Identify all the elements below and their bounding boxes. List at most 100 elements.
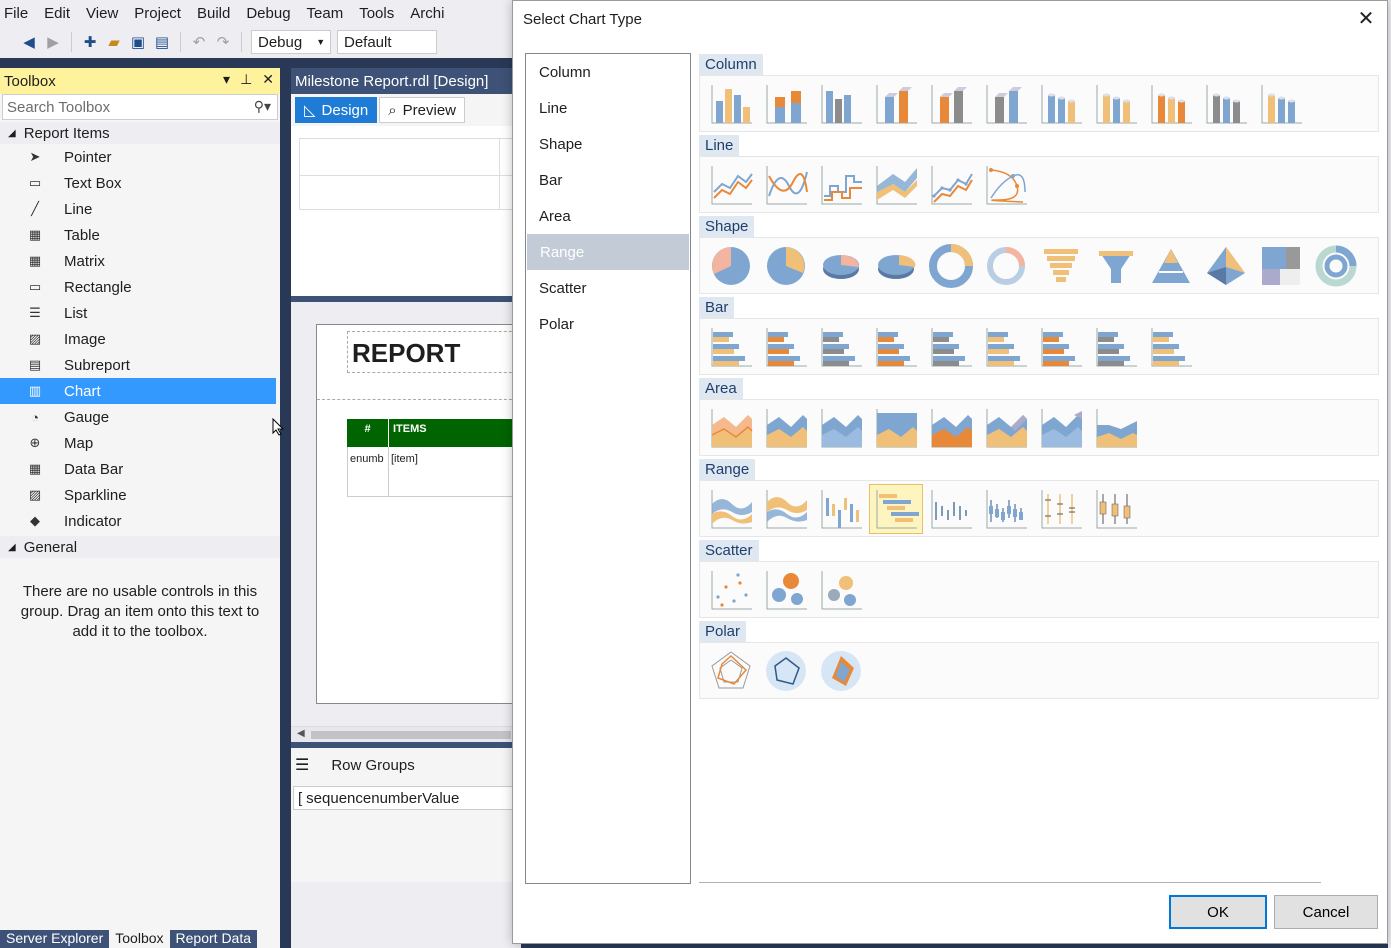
column-chart-type-4-icon[interactable] xyxy=(869,79,923,129)
dropdown-icon[interactable]: ▾ xyxy=(223,71,230,88)
range-chart-type-2-icon[interactable] xyxy=(759,484,813,534)
save-all-icon[interactable]: ▤ xyxy=(153,33,171,51)
document-tab[interactable]: Milestone Report.rdl [Design] xyxy=(291,68,521,94)
area-chart-type-8-icon[interactable] xyxy=(1089,403,1143,453)
scatter-chart-type-1-icon[interactable] xyxy=(704,565,758,615)
polar-chart-type-1-icon[interactable] xyxy=(704,646,758,696)
report-title-textbox[interactable]: REPORT xyxy=(347,331,527,373)
row-group-item[interactable]: [ sequencenumberValue xyxy=(293,786,519,810)
shape-chart-type-5-icon[interactable] xyxy=(924,241,978,291)
table-cell-number[interactable]: enumb xyxy=(347,447,389,497)
toolbox-item-text-box[interactable]: ▭ Text Box xyxy=(0,170,280,196)
bar-chart-type-2-icon[interactable] xyxy=(759,322,813,372)
column-chart-type-6-icon[interactable] xyxy=(979,79,1033,129)
solution-config-dropdown[interactable]: Debug ▼ xyxy=(251,30,331,54)
scroll-left-icon[interactable]: ◀ xyxy=(297,728,305,739)
bar-chart-type-4-icon[interactable] xyxy=(869,322,923,372)
column-chart-type-3-icon[interactable] xyxy=(814,79,868,129)
range-chart-type-6-icon[interactable] xyxy=(979,484,1033,534)
toolbox-item-matrix[interactable]: ▦ Matrix xyxy=(0,248,280,274)
close-icon[interactable]: ✕ xyxy=(1355,7,1377,30)
area-chart-type-3-icon[interactable] xyxy=(814,403,868,453)
scrollbar-thumb[interactable] xyxy=(311,731,511,739)
shape-chart-type-3-icon[interactable] xyxy=(814,241,868,291)
category-polar[interactable]: Polar xyxy=(526,306,690,342)
table-header-number[interactable]: # xyxy=(347,419,389,447)
column-chart-type-2-icon[interactable] xyxy=(759,79,813,129)
menu-file[interactable]: File xyxy=(0,5,40,22)
line-chart-type-6-icon[interactable] xyxy=(979,160,1033,210)
table-header-items[interactable]: ITEMS xyxy=(389,419,522,447)
bar-chart-type-6-icon[interactable] xyxy=(979,322,1033,372)
shape-chart-type-2-icon[interactable] xyxy=(759,241,813,291)
line-chart-type-4-icon[interactable] xyxy=(869,160,923,210)
toolbox-item-subreport[interactable]: ▤ Subreport xyxy=(0,352,280,378)
shape-chart-type-10-icon[interactable] xyxy=(1199,241,1253,291)
tab-report-data[interactable]: Report Data xyxy=(169,930,258,948)
category-scatter[interactable]: Scatter xyxy=(526,270,690,306)
open-folder-icon[interactable]: ▰ xyxy=(105,33,123,51)
area-chart-type-4-icon[interactable] xyxy=(869,403,923,453)
shape-chart-type-8-icon[interactable] xyxy=(1089,241,1143,291)
bar-chart-type-5-icon[interactable] xyxy=(924,322,978,372)
menu-architecture[interactable]: Archi xyxy=(406,5,456,22)
line-chart-type-3-icon[interactable] xyxy=(814,160,868,210)
column-chart-type-11-icon[interactable] xyxy=(1254,79,1308,129)
shape-chart-type-6-icon[interactable] xyxy=(979,241,1033,291)
group-report-items[interactable]: ◢ Report Items xyxy=(0,122,280,144)
shape-chart-type-12-icon[interactable] xyxy=(1309,241,1363,291)
line-chart-type-1-icon[interactable] xyxy=(704,160,758,210)
tab-design[interactable]: ◺ Design xyxy=(295,97,378,123)
category-shape[interactable]: Shape xyxy=(526,126,690,162)
area-chart-type-5-icon[interactable] xyxy=(924,403,978,453)
toolbox-item-pointer[interactable]: ➤ Pointer xyxy=(0,144,280,170)
toolbox-search-input[interactable]: Search Toolbox ⚲▾ xyxy=(2,94,278,120)
tab-preview[interactable]: ⌕ Preview xyxy=(379,97,466,123)
toolbox-item-indicator[interactable]: ◆ Indicator xyxy=(0,508,280,534)
shape-chart-type-1-icon[interactable] xyxy=(704,241,758,291)
menu-build[interactable]: Build xyxy=(193,5,242,22)
group-general[interactable]: ◢ General xyxy=(0,536,280,558)
collapse-triangle-icon[interactable]: ◢ xyxy=(8,542,16,553)
polar-chart-type-2-icon[interactable] xyxy=(759,646,813,696)
category-bar[interactable]: Bar xyxy=(526,162,690,198)
shape-chart-type-11-icon[interactable] xyxy=(1254,241,1308,291)
range-chart-type-5-icon[interactable] xyxy=(924,484,978,534)
column-chart-type-7-icon[interactable] xyxy=(1034,79,1088,129)
range-chart-type-1-icon[interactable] xyxy=(704,484,758,534)
close-icon[interactable]: ✕ xyxy=(262,71,274,88)
scatter-chart-type-2-icon[interactable] xyxy=(759,565,813,615)
column-chart-type-9-icon[interactable] xyxy=(1144,79,1198,129)
area-chart-type-2-icon[interactable] xyxy=(759,403,813,453)
bar-chart-type-3-icon[interactable] xyxy=(814,322,868,372)
table-cell-item[interactable]: [item] xyxy=(389,447,522,497)
report-table[interactable]: # ITEMS enumb [item] xyxy=(347,419,522,497)
new-project-icon[interactable]: ✚ xyxy=(81,33,99,51)
column-chart-type-10-icon[interactable] xyxy=(1199,79,1253,129)
redo-icon[interactable]: ↷ xyxy=(214,33,232,51)
range-chart-type-7-icon[interactable] xyxy=(1034,484,1088,534)
toolbox-item-image[interactable]: ▨ Image xyxy=(0,326,280,352)
scatter-chart-type-3-icon[interactable] xyxy=(814,565,868,615)
toolbox-item-gauge[interactable]: ◔ Gauge xyxy=(0,404,280,430)
area-chart-type-7-icon[interactable] xyxy=(1034,403,1088,453)
bar-chart-type-9-icon[interactable] xyxy=(1144,322,1198,372)
toolbox-item-data-bar[interactable]: ▦ Data Bar xyxy=(0,456,280,482)
area-chart-type-6-icon[interactable] xyxy=(979,403,1033,453)
cancel-button[interactable]: Cancel xyxy=(1274,895,1378,929)
menu-debug[interactable]: Debug xyxy=(242,5,302,22)
toolbox-item-rectangle[interactable]: ▭ Rectangle xyxy=(0,274,280,300)
menu-tools[interactable]: Tools xyxy=(355,5,406,22)
range-chart-type-8-icon[interactable] xyxy=(1089,484,1143,534)
tab-toolbox[interactable]: Toolbox xyxy=(109,930,170,948)
toolbox-item-line[interactable]: ╱ Line xyxy=(0,196,280,222)
bar-chart-type-8-icon[interactable] xyxy=(1089,322,1143,372)
category-range[interactable]: Range xyxy=(527,234,689,270)
undo-icon[interactable]: ↶ xyxy=(190,33,208,51)
bar-chart-type-7-icon[interactable] xyxy=(1034,322,1088,372)
toolbox-item-chart[interactable]: ▥ Chart xyxy=(0,378,276,404)
bar-chart-type-1-icon[interactable] xyxy=(704,322,758,372)
shape-chart-type-7-icon[interactable] xyxy=(1034,241,1088,291)
range-chart-type-3-icon[interactable] xyxy=(814,484,868,534)
line-chart-type-5-icon[interactable] xyxy=(924,160,978,210)
